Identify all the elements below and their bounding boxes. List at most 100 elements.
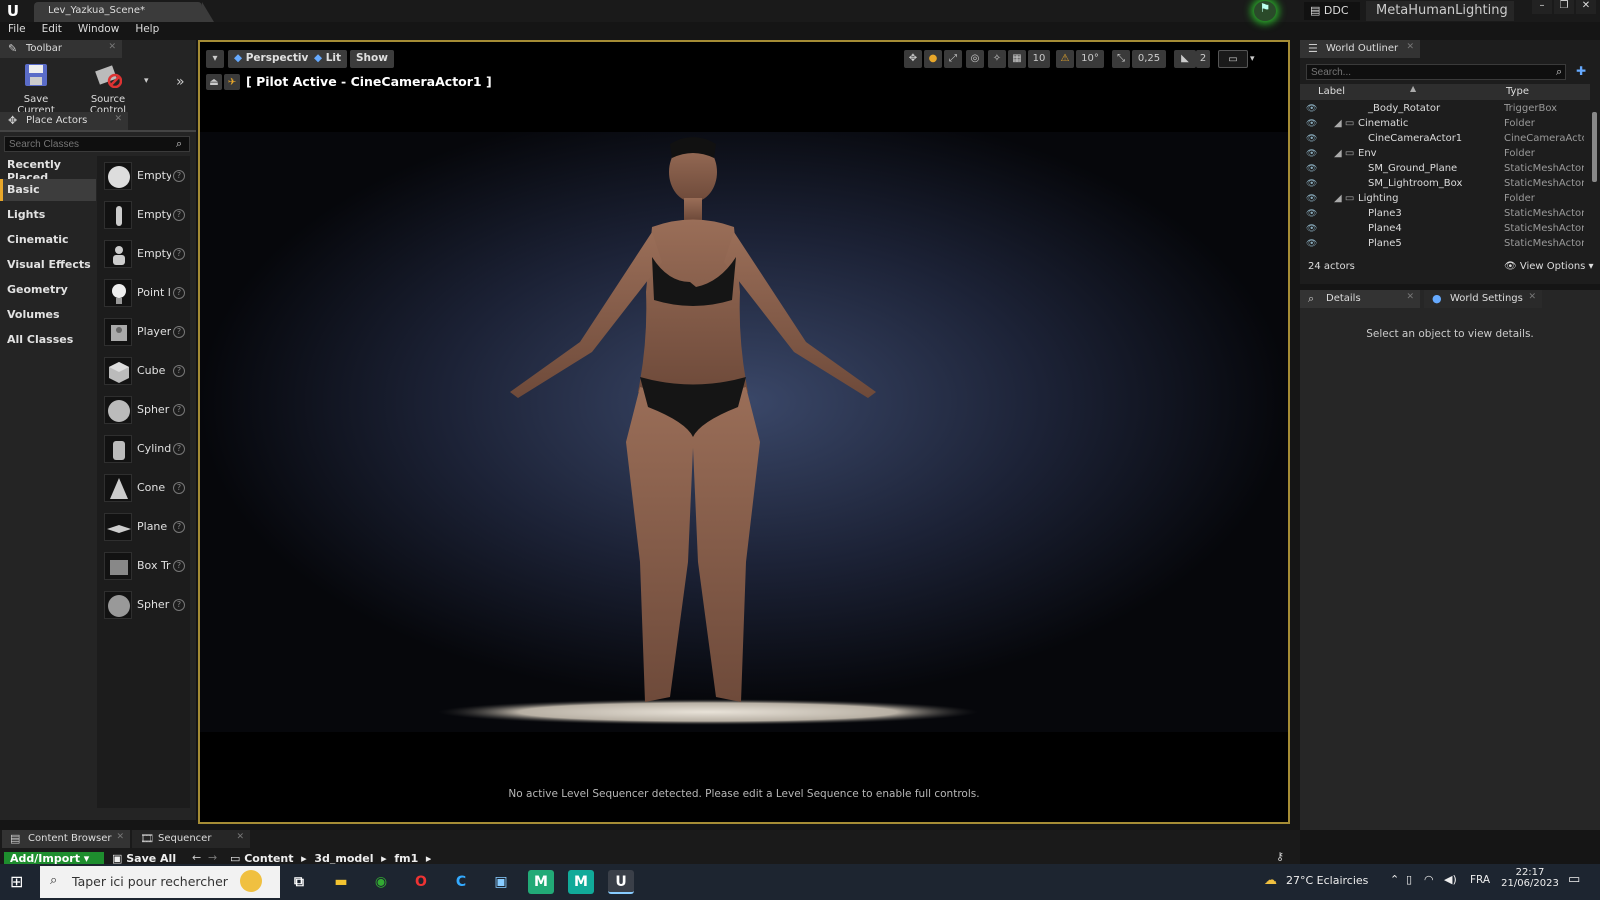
- unreal-engine-taskbar-icon[interactable]: U: [608, 870, 634, 894]
- close-tab-icon[interactable]: ✕: [1528, 292, 1536, 302]
- sequencer-tab[interactable]: 🎞 Sequencer ✕: [132, 830, 250, 848]
- help-icon[interactable]: ?: [173, 443, 185, 455]
- visibility-eye-icon[interactable]: 👁: [1306, 149, 1317, 159]
- microsoft-store-icon[interactable]: ▣: [488, 870, 514, 894]
- surface-snap-icon[interactable]: ✧: [988, 50, 1006, 68]
- eject-icon[interactable]: ⏏: [206, 74, 222, 90]
- layout-dropdown-icon[interactable]: ▾: [1250, 54, 1255, 64]
- category-recently-placed[interactable]: Recently Placed: [0, 154, 96, 184]
- visibility-eye-icon[interactable]: 👁: [1306, 239, 1317, 249]
- network-icon[interactable]: ◠: [1424, 873, 1434, 886]
- ccleaner-icon[interactable]: C: [448, 870, 474, 894]
- sort-ascending-icon[interactable]: ▲: [1410, 84, 1416, 93]
- help-icon[interactable]: ?: [173, 209, 185, 221]
- close-icon[interactable]: ✕: [1576, 0, 1596, 14]
- rotation-snap-value[interactable]: 10°: [1076, 50, 1104, 68]
- clock[interactable]: 22:17 21/06/2023: [1500, 867, 1560, 889]
- actor-item-sphere[interactable]: Spher?: [97, 394, 190, 428]
- opera-icon[interactable]: O: [408, 870, 434, 894]
- close-tab-icon[interactable]: ✕: [236, 832, 244, 842]
- details-tab[interactable]: ⌕ Details ✕: [1300, 290, 1420, 308]
- outliner-row-plane5[interactable]: 👁 Plane5 StaticMeshActor: [1300, 237, 1590, 252]
- help-icon[interactable]: ?: [173, 521, 185, 533]
- category-volumes[interactable]: Volumes: [0, 304, 96, 326]
- viewport-options-dropdown-icon[interactable]: ▾: [206, 50, 224, 68]
- close-tab-icon[interactable]: ✕: [1406, 42, 1414, 52]
- forward-arrow-icon[interactable]: →: [208, 851, 217, 864]
- scale-snap-value[interactable]: 0,25: [1132, 50, 1166, 68]
- scale-snap-icon[interactable]: ⤡: [1112, 50, 1130, 68]
- actor-item-player-start[interactable]: Player?: [97, 316, 190, 350]
- close-tab-icon[interactable]: ✕: [116, 832, 124, 842]
- outliner-row-lighting[interactable]: 👁 ◢ ▭ Lighting Folder: [1300, 192, 1590, 207]
- source-control-button[interactable]: Source Control: [72, 62, 144, 116]
- category-all-classes[interactable]: All Classes: [0, 329, 96, 351]
- actor-item-point-light[interactable]: Point l?: [97, 277, 190, 311]
- breadcrumb-fm1[interactable]: fm1: [394, 852, 418, 864]
- world-local-icon[interactable]: ◎: [966, 50, 984, 68]
- actor-item-cylinder[interactable]: Cylind?: [97, 433, 190, 467]
- level-viewport[interactable]: ▾ ◆ Perspective ◆ Lit Show ✥ ● ⤢ ◎ ✧ ▦ 1…: [198, 40, 1290, 824]
- toolbar-tab[interactable]: ✎ Toolbar ✕: [0, 40, 122, 58]
- back-arrow-icon[interactable]: ←: [192, 851, 201, 864]
- volume-icon[interactable]: ◀): [1444, 873, 1457, 886]
- outliner-scrollbar[interactable]: [1592, 112, 1597, 182]
- close-tab-icon[interactable]: ✕: [114, 114, 122, 124]
- scale-icon[interactable]: ⤢: [944, 50, 962, 68]
- maximize-icon[interactable]: ❐: [1554, 0, 1574, 14]
- save-all-button[interactable]: ▣ Save All: [112, 852, 176, 864]
- outliner-row-sm-lightroom-box[interactable]: 👁 SM_Lightroom_Box StaticMeshActor: [1300, 177, 1590, 192]
- task-view-icon[interactable]: ⧉: [286, 870, 312, 894]
- grid-snap-icon[interactable]: ▦: [1008, 50, 1026, 68]
- help-icon[interactable]: ?: [173, 248, 185, 260]
- language-indicator[interactable]: FRA: [1470, 874, 1490, 886]
- help-icon[interactable]: ?: [173, 404, 185, 416]
- outliner-row-body-rotator[interactable]: 👁 _Body_Rotator TriggerBox: [1300, 102, 1590, 117]
- taskbar-search-box[interactable]: ⌕ Taper ici pour rechercher: [40, 866, 280, 898]
- outliner-row-sm-ground-plane[interactable]: 👁 SM_Ground_Plane StaticMeshActor: [1300, 162, 1590, 177]
- type-column-header[interactable]: Type: [1506, 86, 1529, 97]
- category-visual-effects[interactable]: Visual Effects: [0, 254, 96, 276]
- show-button[interactable]: Show: [350, 50, 394, 68]
- help-icon[interactable]: ?: [173, 326, 185, 338]
- rotation-snap-icon[interactable]: ⚠: [1056, 50, 1074, 68]
- source-control-dropdown-icon[interactable]: ▾: [144, 76, 149, 86]
- visibility-eye-icon[interactable]: 👁: [1306, 194, 1317, 204]
- place-actors-tab[interactable]: ✥ Place Actors ✕: [0, 112, 128, 130]
- category-lights[interactable]: Lights: [0, 204, 96, 226]
- metahuman-app-icon[interactable]: M: [528, 870, 554, 894]
- document-tab[interactable]: Lev_Yazkua_Scene*: [34, 2, 214, 22]
- category-geometry[interactable]: Geometry: [0, 279, 96, 301]
- camera-speed-value[interactable]: 2: [1196, 50, 1210, 68]
- camera-speed-icon[interactable]: ◣: [1174, 50, 1196, 68]
- ddc-button[interactable]: ▤ DDC: [1304, 2, 1360, 20]
- menu-file[interactable]: File: [0, 22, 34, 38]
- world-outliner-tab[interactable]: ☰ World Outliner ✕: [1300, 40, 1420, 58]
- file-explorer-icon[interactable]: ▬: [328, 870, 354, 894]
- search-classes-input[interactable]: [4, 136, 190, 152]
- key-icon[interactable]: ⚷: [1276, 850, 1284, 863]
- help-icon[interactable]: ?: [173, 287, 185, 299]
- add-filter-icon[interactable]: ✚: [1576, 64, 1586, 78]
- category-basic[interactable]: Basic: [0, 179, 96, 201]
- outliner-row-env[interactable]: 👁 ◢ ▭ Env Folder: [1300, 147, 1590, 162]
- help-icon[interactable]: ?: [173, 560, 185, 572]
- actor-item-empty-pawn[interactable]: Empty?: [97, 238, 190, 272]
- close-tab-icon[interactable]: ✕: [108, 42, 116, 52]
- view-options-button[interactable]: 👁 View Options ▾: [1504, 261, 1594, 272]
- help-icon[interactable]: ?: [173, 170, 185, 182]
- menu-window[interactable]: Window: [70, 22, 127, 38]
- help-icon[interactable]: ?: [173, 599, 185, 611]
- visibility-eye-icon[interactable]: 👁: [1306, 164, 1317, 174]
- actor-item-box-trigger[interactable]: Box Tr?: [97, 550, 190, 584]
- source-control-status-icon[interactable]: ⚑: [1254, 1, 1276, 21]
- actor-item-cube[interactable]: Cube?: [97, 355, 190, 389]
- visibility-eye-icon[interactable]: 👁: [1306, 224, 1317, 234]
- visibility-eye-icon[interactable]: 👁: [1306, 179, 1317, 189]
- help-icon[interactable]: ?: [173, 482, 185, 494]
- outliner-row-plane4[interactable]: 👁 Plane4 StaticMeshActor: [1300, 222, 1590, 237]
- world-settings-tab[interactable]: ● World Settings ✕: [1424, 290, 1542, 308]
- actor-item-plane[interactable]: Plane?: [97, 511, 190, 545]
- rotate-icon[interactable]: ●: [924, 50, 942, 68]
- outliner-row-cinecameraactor1[interactable]: 👁 CineCameraActor1 CineCameraActo: [1300, 132, 1590, 147]
